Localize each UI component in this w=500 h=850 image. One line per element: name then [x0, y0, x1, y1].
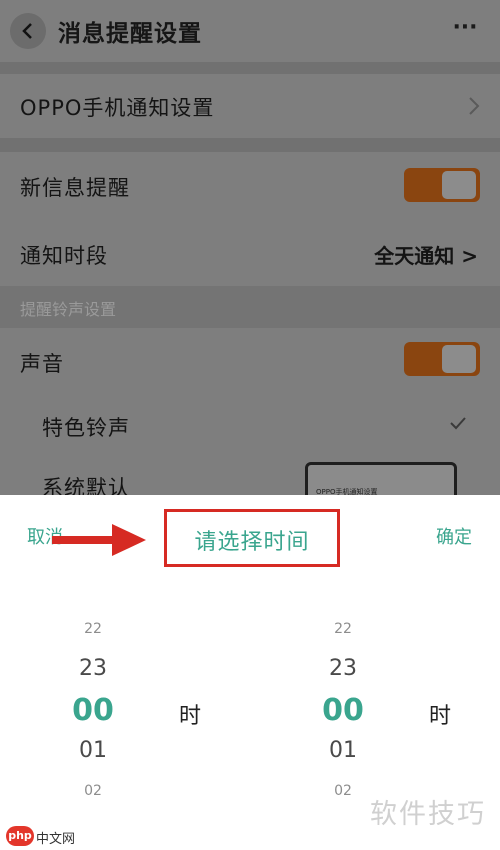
section-header: 提醒铃声设置	[0, 286, 500, 328]
back-button[interactable]	[10, 13, 46, 49]
minute-selected[interactable]: 00	[303, 693, 383, 728]
oppo-notification-label: OPPO手机通知设置	[20, 96, 215, 120]
watermark-site: 中文网	[36, 832, 76, 847]
toggle-knob	[442, 171, 476, 199]
app-header: 消息提醒设置 ···	[0, 0, 500, 62]
page-title: 消息提醒设置	[58, 21, 202, 47]
minute-unit-label: 时	[429, 704, 452, 729]
notify-period-label: 通知时段	[20, 244, 108, 268]
sound-label: 声音	[20, 352, 64, 376]
hour-wheel[interactable]: 22 23 00 01 02	[53, 495, 133, 850]
confirm-button[interactable]: 确定	[436, 523, 472, 549]
minute-option[interactable]: 22	[303, 621, 383, 637]
watermark-text: 软件技巧	[370, 799, 486, 830]
hour-option[interactable]: 23	[53, 656, 133, 681]
sound-toggle[interactable]	[404, 342, 480, 376]
hour-selected[interactable]: 00	[53, 693, 133, 728]
oppo-notification-row[interactable]: OPPO手机通知设置	[0, 74, 500, 138]
new-message-toggle[interactable]	[404, 168, 480, 202]
ringtone-row[interactable]: 特色铃声	[0, 394, 500, 456]
time-picker-sheet: 取消 请选择时间 确定 22 23 00 01 02 时 22 23 00 01…	[0, 495, 500, 850]
divider	[0, 62, 500, 74]
hour-option[interactable]: 01	[53, 738, 133, 763]
hour-option[interactable]: 02	[53, 783, 133, 799]
checkmark-icon	[450, 417, 466, 430]
notify-period-row[interactable]: 通知时段 全天通知 >	[0, 218, 500, 286]
section-label: 提醒铃声设置	[20, 300, 117, 319]
minute-option[interactable]: 23	[303, 656, 383, 681]
hour-unit-label: 时	[179, 704, 202, 729]
new-message-row: 新信息提醒	[0, 152, 500, 218]
sound-row: 声音	[0, 328, 500, 394]
divider	[0, 138, 500, 152]
notify-period-value: 全天通知 >	[374, 244, 478, 268]
new-message-label: 新信息提醒	[20, 176, 130, 200]
ringtone-label: 特色铃声	[42, 416, 130, 440]
toggle-knob	[442, 345, 476, 373]
chevron-left-icon	[22, 23, 32, 39]
chevron-right-icon	[469, 97, 480, 115]
minute-option[interactable]: 01	[303, 738, 383, 763]
php-logo-icon: php	[6, 826, 34, 846]
more-options-icon[interactable]: ···	[450, 17, 480, 42]
hour-option[interactable]: 22	[53, 621, 133, 637]
